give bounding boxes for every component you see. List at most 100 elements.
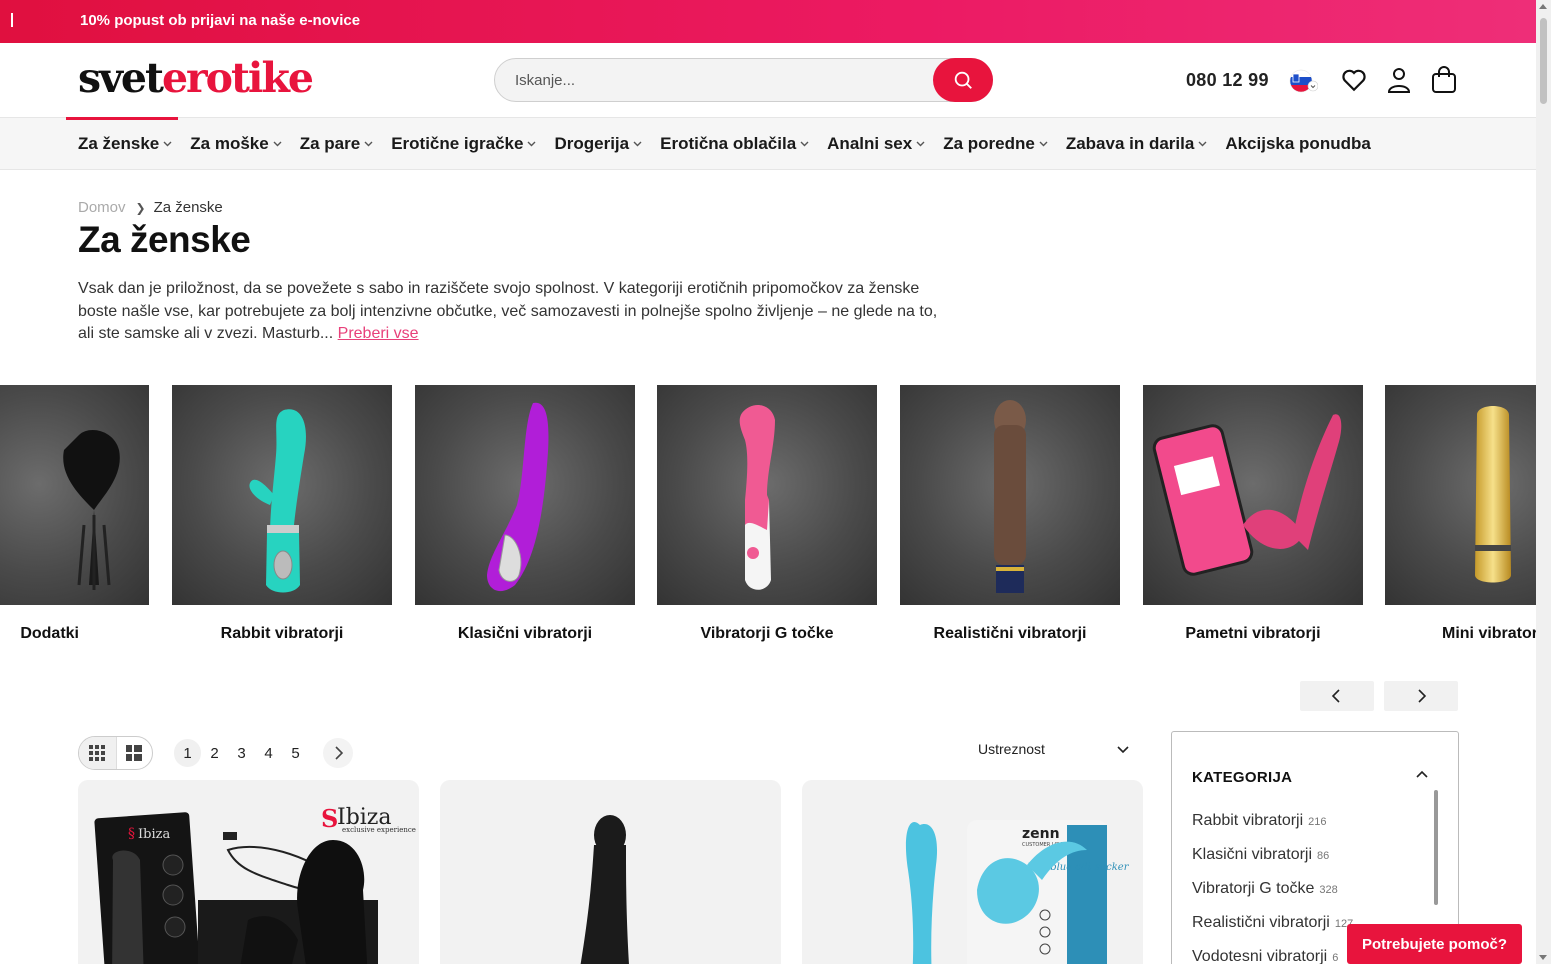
nav-item-label: Za ženske: [78, 134, 160, 153]
search-button[interactable]: [933, 58, 993, 102]
nav-item[interactable]: Analni sex: [827, 134, 925, 154]
flag-icon[interactable]: [1288, 69, 1319, 93]
filter-heading: KATEGORIJA: [1192, 769, 1293, 786]
nav-item[interactable]: Za pare: [300, 134, 373, 154]
category-card[interactable]: Realistični vibratorji: [900, 385, 1120, 642]
promo-bar[interactable]: 10% popust ob prijavi na naše e-novice: [0, 0, 1536, 43]
category-card[interactable]: Vibratorji G točke: [657, 385, 877, 642]
logo-part-2: erotike: [161, 54, 314, 102]
carousel-prev-button[interactable]: [1300, 681, 1374, 711]
category-card[interactable]: Rabbit vibratorji: [172, 385, 392, 642]
filter-option[interactable]: Realistični vibratorji 127: [1192, 914, 1353, 948]
bag-icon: [1432, 66, 1456, 93]
search-input[interactable]: [495, 59, 935, 101]
filter-option-label: Rabbit vibratorji: [1192, 812, 1304, 829]
chevron-right-icon: [1418, 689, 1427, 703]
nav-item-label: Analni sex: [827, 134, 913, 153]
chevron-down-icon: [163, 139, 172, 150]
filter-option-count: 86: [1317, 850, 1330, 862]
heart-icon: [1342, 69, 1366, 92]
page-button[interactable]: 1: [174, 739, 201, 767]
chevron-left-icon: [1331, 689, 1340, 703]
category-image: [415, 385, 635, 605]
breadcrumb-chevron-icon: ❯: [135, 200, 146, 215]
filter-scrollbar[interactable]: [1434, 790, 1438, 905]
account-button[interactable]: [1384, 65, 1414, 95]
page-button[interactable]: 4: [255, 739, 282, 767]
description-text: Vsak dan je priložnost, da se povežete s…: [78, 280, 938, 342]
list-icon: [126, 745, 143, 761]
filter-option[interactable]: Vibratorji G točke 328: [1192, 880, 1353, 914]
product-image: § Ibiza S Ibiza exclusive experience: [94, 804, 416, 964]
product-card[interactable]: [440, 780, 781, 964]
breadcrumb-home[interactable]: Domov: [78, 199, 126, 216]
cart-button[interactable]: [1429, 65, 1459, 95]
list-view-button[interactable]: [115, 737, 153, 769]
help-button[interactable]: Potrebujete pomoč?: [1347, 924, 1522, 964]
site-logo[interactable]: sveterotike: [78, 54, 314, 102]
filter-option[interactable]: Rabbit vibratorji 216: [1192, 812, 1353, 846]
chevron-up-icon[interactable]: [1416, 770, 1428, 778]
nav-item[interactable]: Erotična oblačila: [660, 134, 809, 154]
page-button[interactable]: 2: [201, 739, 228, 767]
user-icon: [1387, 68, 1411, 93]
search-box: [494, 58, 993, 102]
page-button[interactable]: 5: [282, 739, 309, 767]
filter-option[interactable]: Vodotesni vibratorji 6: [1192, 948, 1353, 964]
next-page-button[interactable]: [323, 738, 353, 768]
category-card[interactable]: Dodatki: [0, 385, 149, 642]
nav-item[interactable]: Za moške: [190, 134, 282, 154]
product-card[interactable]: zenn CUSTOMER LOVING The blue clit sucke…: [802, 780, 1143, 964]
category-label: Klasični vibratorji: [457, 625, 593, 642]
chevron-down-icon: [1198, 139, 1207, 150]
svg-text:§: §: [128, 826, 135, 842]
main-nav: Za ženske Za moške Za pare Erotične igračke…: [0, 117, 1536, 170]
breadcrumb-current: Za ženske: [153, 199, 223, 216]
breadcrumb: Domov ❯ Za ženske: [78, 199, 223, 216]
category-label: Realistični vibratorji: [933, 625, 1087, 642]
nav-item[interactable]: Akcijska ponudba: [1225, 134, 1370, 154]
filter-option-count: 6: [1332, 952, 1339, 964]
product-image: [580, 815, 630, 964]
nav-item[interactable]: Drogerija: [554, 134, 642, 154]
site-header: sveterotike 080 12 99: [0, 43, 1536, 118]
nav-item[interactable]: Erotične igračke: [391, 134, 536, 154]
scroll-up-icon[interactable]: [1539, 4, 1547, 9]
category-card[interactable]: Pametni vibratorji: [1143, 385, 1363, 642]
product-box-brand: zenn: [1022, 826, 1060, 842]
promo-text: 10% popust ob prijavi na naše e-novice: [80, 12, 361, 29]
page-scrollbar[interactable]: [1536, 0, 1551, 964]
sort-select[interactable]: Ustreznost: [978, 741, 1133, 765]
read-more-link[interactable]: Preberi vse: [338, 325, 419, 342]
category-label: Dodatki: [20, 625, 79, 642]
nav-item[interactable]: Za ženske: [78, 134, 172, 154]
nav-item-label: Drogerija: [554, 134, 630, 153]
scroll-thumb[interactable]: [1540, 18, 1547, 104]
scroll-down-icon[interactable]: [1539, 955, 1547, 960]
nav-item-label: Akcijska ponudba: [1225, 134, 1371, 153]
grid-view-button[interactable]: [79, 737, 116, 769]
product-image: zenn CUSTOMER LOVING The blue clit sucke…: [905, 820, 1130, 964]
chevron-down-icon: [273, 139, 282, 150]
page-button[interactable]: 3: [228, 739, 255, 767]
nav-item-label: Za moške: [190, 134, 269, 153]
phone-number[interactable]: 080 12 99: [1186, 70, 1269, 91]
sort-label: Ustreznost: [978, 741, 1045, 757]
filter-list: Rabbit vibratorji 216 Klasični vibratorji 8…: [1192, 812, 1353, 964]
category-image: [1385, 385, 1536, 605]
category-label: Pametni vibratorji: [1185, 625, 1321, 642]
filter-option[interactable]: Klasični vibratorji 86: [1192, 846, 1353, 880]
carousel-next-button[interactable]: [1384, 681, 1458, 711]
chevron-down-icon: [1039, 139, 1048, 150]
logo-part-1: svet: [78, 54, 164, 102]
category-card[interactable]: Klasični vibratorji: [415, 385, 635, 642]
nav-list: Za ženske Za moške Za pare Erotične igračke…: [78, 118, 1389, 170]
nav-item[interactable]: Zabava in darila: [1066, 134, 1208, 154]
product-box-brand: Ibiza: [138, 827, 170, 842]
wishlist-button[interactable]: [1339, 65, 1369, 95]
nav-item[interactable]: Za poredne: [943, 134, 1048, 154]
nav-item-label: Erotične igračke: [391, 134, 524, 153]
category-card[interactable]: Mini vibratorji: [1385, 385, 1536, 642]
category-label: Vibratorji G točke: [700, 625, 834, 642]
product-card[interactable]: § Ibiza S Ibiza exclusive experience: [78, 780, 419, 964]
